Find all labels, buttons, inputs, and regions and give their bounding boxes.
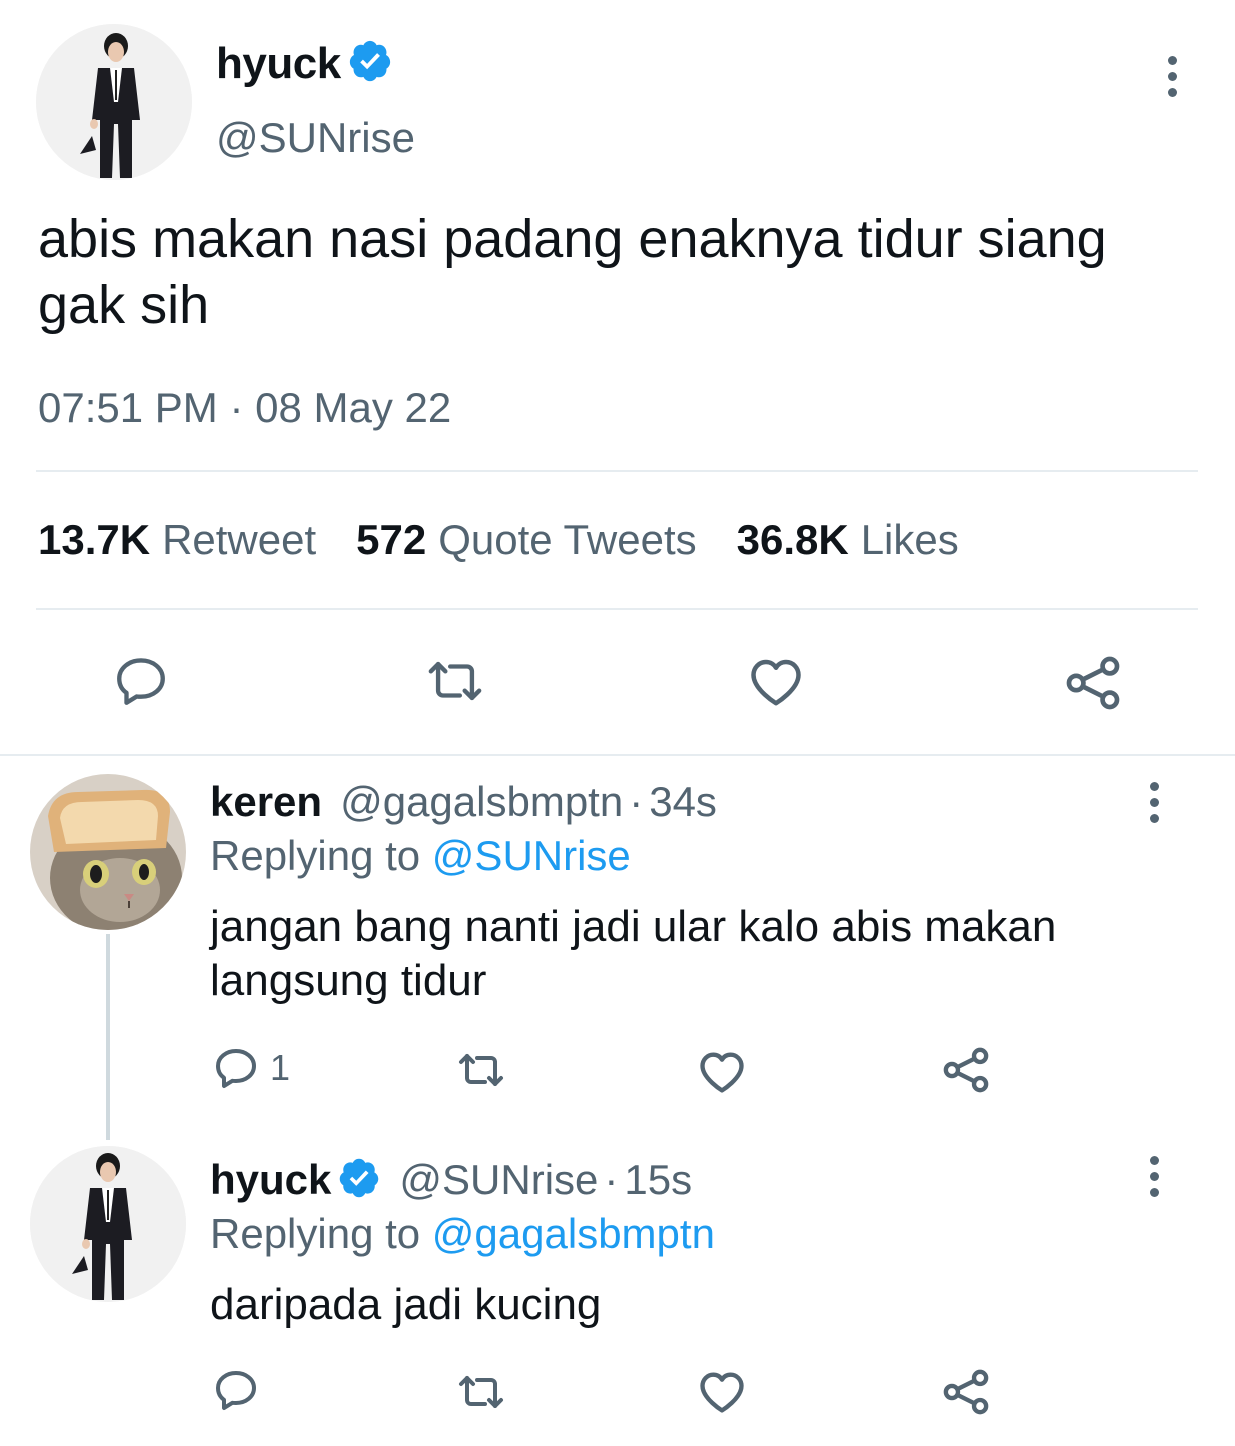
retweet-icon xyxy=(428,661,482,701)
retweet-button[interactable] xyxy=(454,1368,508,1416)
reply-icon xyxy=(216,1049,256,1088)
quote-label: Quote Tweets xyxy=(438,516,697,563)
replying-to-link[interactable]: @gagalsbmptn xyxy=(432,1210,715,1257)
reply-button[interactable] xyxy=(212,1366,260,1414)
reply-header: hyuck @SUNrise · 15s xyxy=(210,1156,692,1210)
tweet-stats: 13.7K Retweet 572 Quote Tweets 36.8K Lik… xyxy=(38,516,959,564)
quote-count: 572 xyxy=(356,516,427,563)
divider xyxy=(36,608,1198,610)
author-avatar[interactable] xyxy=(36,24,192,180)
retweet-count: 13.7K xyxy=(38,516,151,563)
retweet-button[interactable] xyxy=(424,652,486,710)
more-options-icon[interactable] xyxy=(1152,46,1192,106)
replying-to-prefix: Replying to xyxy=(210,1210,421,1257)
retweet-button[interactable] xyxy=(454,1046,508,1094)
separator-dot: · xyxy=(604,1156,619,1203)
reply-time[interactable]: 34s xyxy=(649,778,717,826)
reply-button[interactable] xyxy=(112,652,170,710)
likes-count: 36.8K xyxy=(736,516,849,563)
verified-badge-icon xyxy=(347,38,393,89)
likes-stat[interactable]: 36.8K Likes xyxy=(737,516,959,564)
reply-author-name[interactable]: keren xyxy=(210,778,322,826)
reply-count: 1 xyxy=(270,1047,291,1088)
reply-button[interactable]: 1 xyxy=(212,1044,290,1092)
heart-icon xyxy=(700,1052,744,1093)
reply-icon xyxy=(117,658,165,705)
replying-to-link[interactable]: @SUNrise xyxy=(432,832,631,879)
cat-with-bread-avatar xyxy=(30,774,186,930)
reply-author-avatar[interactable] xyxy=(30,774,186,930)
like-button[interactable] xyxy=(746,652,806,712)
thread-line xyxy=(106,934,110,1140)
reply-author-handle[interactable]: @gagalsbmptn xyxy=(340,778,623,826)
person-in-suit-avatar xyxy=(36,24,192,180)
tweet-detail-page: hyuck @SUNrise abis makan nasi padang en… xyxy=(0,0,1235,1446)
like-button[interactable] xyxy=(696,1046,748,1098)
share-icon xyxy=(943,1047,989,1093)
heart-icon xyxy=(700,1372,744,1413)
person-in-suit-avatar xyxy=(30,1146,186,1302)
replying-to-prefix: Replying to xyxy=(210,832,421,879)
reply-author-handle[interactable]: @SUNrise xyxy=(399,1156,598,1204)
divider xyxy=(0,754,1235,756)
reply-text: daripada jadi kucing xyxy=(210,1280,602,1329)
replying-to: Replying to @SUNrise xyxy=(210,832,631,880)
retweet-label: Retweet xyxy=(162,516,317,563)
share-icon xyxy=(943,1369,989,1415)
verified-badge-icon xyxy=(337,1156,381,1210)
retweet-stat[interactable]: 13.7K Retweet xyxy=(38,516,316,564)
replying-to: Replying to @gagalsbmptn xyxy=(210,1210,715,1258)
more-options-icon[interactable] xyxy=(1134,1146,1174,1206)
reply-author-name[interactable]: hyuck xyxy=(210,1156,331,1204)
reply-header: keren @gagalsbmptn · 34s xyxy=(210,778,717,826)
author-name[interactable]: hyuck xyxy=(216,39,341,89)
quote-tweets-stat[interactable]: 572 Quote Tweets xyxy=(356,516,696,564)
tweet-timestamp[interactable]: 07:51 PM · 08 May 22 xyxy=(38,384,451,432)
share-button[interactable] xyxy=(940,1044,992,1096)
reply-text: jangan bang nanti jadi ular kalo abis ma… xyxy=(210,902,1057,1005)
reply-icon xyxy=(216,1371,256,1410)
separator-dot: · xyxy=(629,778,644,825)
heart-icon xyxy=(751,659,801,706)
share-icon xyxy=(1066,656,1120,710)
retweet-icon xyxy=(459,1054,503,1086)
retweet-icon xyxy=(459,1376,503,1408)
reply-time[interactable]: 15s xyxy=(624,1156,692,1204)
share-button[interactable] xyxy=(1062,652,1124,714)
like-button[interactable] xyxy=(696,1366,748,1418)
author-handle[interactable]: @SUNrise xyxy=(216,114,415,162)
divider xyxy=(36,470,1198,472)
likes-label: Likes xyxy=(860,516,959,563)
tweet-text: abis makan nasi padang enaknya tidur sia… xyxy=(38,209,1122,335)
reply-author-avatar[interactable] xyxy=(30,1146,186,1302)
more-options-icon[interactable] xyxy=(1134,772,1174,832)
share-button[interactable] xyxy=(940,1366,992,1418)
